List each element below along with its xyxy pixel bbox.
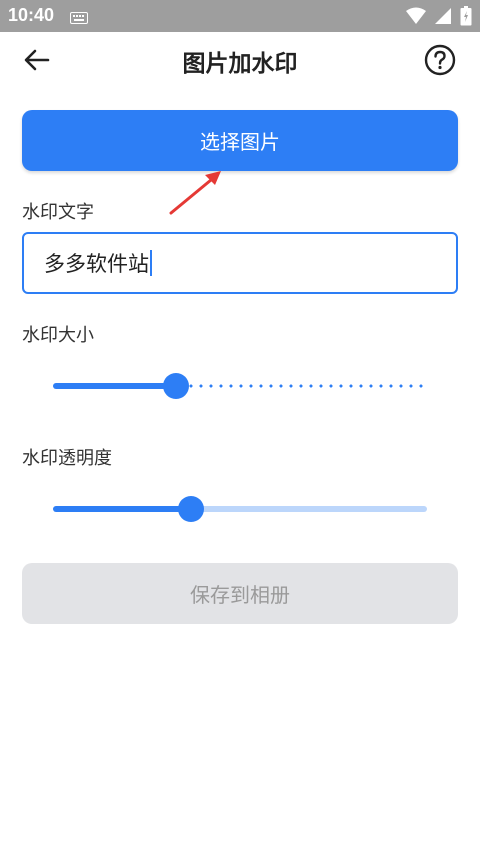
slider-track-inactive — [191, 506, 427, 512]
slider-thumb[interactable] — [163, 373, 189, 399]
keyboard-icon — [70, 9, 88, 28]
app-bar: 图片加水印 — [0, 32, 480, 88]
system-icons — [406, 6, 472, 30]
watermark-opacity-label: 水印透明度 — [22, 448, 112, 469]
watermark-text-value: 多多软件站 — [44, 252, 149, 276]
slider-track-active — [53, 506, 191, 512]
watermark-size-label: 水印大小 — [22, 325, 94, 346]
watermark-size-slider[interactable] — [53, 372, 427, 400]
slider-thumb[interactable] — [178, 496, 204, 522]
page-title: 图片加水印 — [182, 51, 298, 77]
select-image-button[interactable]: 选择图片 — [22, 110, 458, 171]
slider-track-inactive — [176, 384, 427, 388]
annotation-arrow-icon — [169, 171, 221, 215]
signal-icon — [434, 7, 452, 29]
watermark-text-input[interactable]: 多多软件站 — [22, 232, 458, 294]
watermark-text-label: 水印文字 — [22, 202, 94, 223]
slider-track-active — [53, 383, 176, 389]
text-caret — [150, 250, 152, 276]
help-circle-icon — [424, 44, 456, 76]
status-time: 10:40 — [8, 5, 55, 25]
status-bar: 10:40 — [0, 0, 480, 32]
save-to-album-button[interactable]: 保存到相册 — [22, 563, 458, 624]
wifi-icon — [406, 7, 426, 29]
battery-icon — [460, 6, 472, 30]
help-button[interactable] — [424, 44, 456, 76]
watermark-opacity-slider[interactable] — [53, 495, 427, 523]
